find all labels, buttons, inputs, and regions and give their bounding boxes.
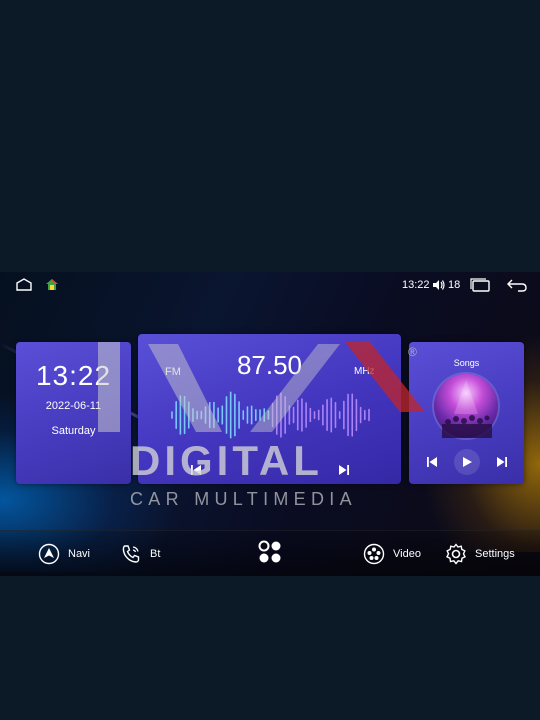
bt-label: Bt	[150, 548, 161, 560]
widget-time: 13:22	[35, 360, 112, 391]
bottom-dock: Navi Bt Video Settings	[0, 530, 540, 576]
home-outline-icon[interactable]	[15, 276, 33, 294]
clock-widget[interactable]: 13:22 2022-06-11 Saturday	[16, 342, 131, 484]
video-button[interactable]: Video	[363, 543, 421, 565]
music-title: Songs	[453, 358, 480, 368]
music-next-icon[interactable]	[496, 456, 508, 468]
status-clock: 13:22	[402, 276, 430, 294]
radio-widget[interactable]: FM 87.50 MHz	[138, 334, 401, 484]
previous-icon[interactable]	[190, 464, 202, 476]
audio-waveform	[171, 391, 370, 439]
play-icon[interactable]	[454, 449, 480, 475]
apps-icon	[258, 540, 281, 563]
apps-button[interactable]	[258, 540, 282, 563]
navi-icon	[38, 543, 60, 565]
widget-weekday: Saturday	[51, 425, 96, 437]
home-color-icon[interactable]	[45, 276, 59, 294]
radio-unit: MHz	[354, 366, 375, 377]
back-icon[interactable]	[507, 276, 527, 294]
volume-icon[interactable]	[432, 276, 445, 294]
head-unit-screen: 13:22 18 13:22 2022-06-11 Saturday FM 87…	[0, 272, 540, 576]
phone-icon	[122, 545, 140, 563]
music-widget[interactable]: Songs	[409, 342, 524, 484]
navi-label: Navi	[68, 548, 91, 560]
widget-date: 2022-06-11	[45, 400, 102, 412]
video-icon	[363, 543, 385, 565]
next-icon[interactable]	[338, 464, 350, 476]
status-time: 13:22	[402, 279, 430, 291]
volume-level: 18	[448, 279, 461, 291]
album-art	[434, 374, 498, 438]
settings-icon	[446, 543, 466, 565]
bt-button[interactable]: Bt	[120, 543, 160, 565]
settings-label: Settings	[475, 548, 515, 560]
recent-apps-icon[interactable]	[469, 276, 491, 294]
navi-button[interactable]: Navi	[38, 543, 90, 565]
music-previous-icon[interactable]	[426, 456, 438, 468]
settings-button[interactable]: Settings	[445, 543, 515, 565]
video-label: Video	[393, 548, 421, 560]
status-bar: 13:22 18	[0, 272, 540, 298]
